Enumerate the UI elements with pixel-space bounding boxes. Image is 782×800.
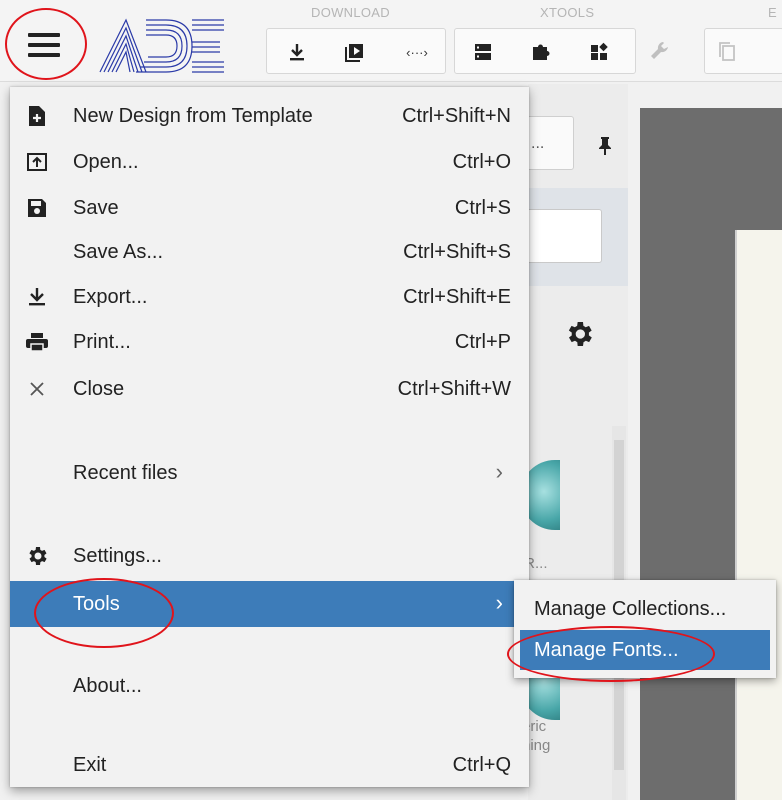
gear-icon bbox=[24, 544, 50, 568]
menu-item-open[interactable]: Open... Ctrl+O bbox=[10, 140, 529, 184]
edit-tool-group bbox=[704, 28, 782, 74]
ade-logo bbox=[99, 18, 224, 73]
print-icon bbox=[24, 330, 50, 354]
download-icon[interactable] bbox=[283, 39, 311, 65]
extra-group-label: E bbox=[768, 5, 777, 20]
menu-item-save[interactable]: Save Ctrl+S bbox=[10, 186, 529, 230]
menu-item-shortcut: Ctrl+Shift+N bbox=[402, 105, 511, 127]
menu-item-export[interactable]: Export... Ctrl+Shift+E bbox=[10, 275, 529, 319]
menu-item-label: Close bbox=[73, 378, 125, 400]
xtools-tool-group bbox=[454, 28, 636, 74]
file-menu: New Design from Template Ctrl+Shift+N Op… bbox=[10, 87, 529, 787]
new-file-icon bbox=[24, 104, 50, 128]
app-window: DOWNLOAD XTOOLS E ‹···› ... /R... eric n… bbox=[0, 0, 782, 800]
menu-item-label: Open... bbox=[73, 151, 139, 173]
submenu-item-label: Manage Collections... bbox=[534, 598, 727, 620]
menu-item-label: Tools bbox=[73, 593, 120, 615]
menu-item-exit[interactable]: Exit Ctrl+Q bbox=[10, 743, 529, 787]
pin-icon[interactable] bbox=[590, 130, 620, 160]
disabled-tool-group bbox=[644, 28, 704, 74]
menu-item-label: Save bbox=[73, 197, 119, 219]
chevron-right-icon: › bbox=[495, 459, 503, 484]
menu-item-shortcut: Ctrl+Shift+W bbox=[397, 378, 511, 400]
menu-item-label: Recent files bbox=[73, 462, 178, 484]
menu-item-shortcut: Ctrl+P bbox=[454, 331, 511, 353]
menu-item-label: Settings... bbox=[73, 545, 162, 567]
menu-item-label: New Design from Template bbox=[73, 105, 313, 127]
menu-item-shortcut: Ctrl+Q bbox=[452, 754, 511, 776]
database-icon[interactable] bbox=[469, 39, 497, 65]
hamburger-menu-icon[interactable] bbox=[22, 27, 66, 63]
tools-submenu: Manage Collections... Manage Fonts... bbox=[514, 580, 776, 678]
submenu-item-manage-fonts[interactable]: Manage Fonts... bbox=[520, 630, 770, 670]
close-icon bbox=[24, 377, 50, 401]
submenu-item-label: Manage Fonts... bbox=[534, 639, 679, 661]
menu-item-shortcut: Ctrl+S bbox=[454, 197, 511, 219]
menu-item-about[interactable]: About... bbox=[10, 664, 529, 708]
menu-item-recent-files[interactable]: Recent files › bbox=[10, 451, 529, 495]
menu-item-print[interactable]: Print... Ctrl+P bbox=[10, 320, 529, 364]
submenu-item-manage-collections[interactable]: Manage Collections... bbox=[520, 589, 770, 629]
search-input[interactable] bbox=[520, 209, 602, 263]
menu-item-tools[interactable]: Tools › bbox=[10, 581, 529, 627]
puzzle-icon[interactable] bbox=[527, 39, 555, 65]
copy-icon[interactable] bbox=[713, 39, 741, 65]
menu-item-save-as[interactable]: Save As... Ctrl+Shift+S bbox=[10, 230, 529, 274]
menu-item-label: Exit bbox=[73, 754, 107, 776]
menu-item-label: Save As... bbox=[73, 241, 164, 263]
export-icon bbox=[24, 285, 50, 309]
panel-button-text: ... bbox=[531, 135, 545, 152]
menu-item-close[interactable]: Close Ctrl+Shift+W bbox=[10, 367, 529, 411]
download-tool-group: ‹···› bbox=[266, 28, 446, 74]
menu-item-label: Print... bbox=[73, 331, 131, 353]
menu-item-shortcut: Ctrl+Shift+S bbox=[403, 241, 511, 263]
design-canvas[interactable] bbox=[735, 230, 782, 800]
top-toolbar: DOWNLOAD XTOOLS E ‹···› bbox=[0, 0, 782, 82]
menu-item-shortcut: Ctrl+Shift+E bbox=[403, 286, 511, 308]
menu-item-settings[interactable]: Settings... bbox=[10, 534, 529, 578]
gear-icon[interactable] bbox=[563, 318, 595, 350]
xtools-group-label: XTOOLS bbox=[540, 5, 595, 20]
code-icon[interactable]: ‹···› bbox=[399, 39, 435, 65]
menu-item-label: Export... bbox=[73, 286, 148, 308]
widgets-icon[interactable] bbox=[585, 39, 613, 65]
open-icon bbox=[24, 150, 50, 174]
wrench-icon[interactable] bbox=[646, 38, 674, 64]
menu-item-shortcut: Ctrl+O bbox=[452, 151, 511, 173]
chevron-right-icon: › bbox=[495, 590, 503, 615]
menu-item-label: About... bbox=[73, 675, 142, 697]
save-icon bbox=[24, 196, 50, 220]
download-group-label: DOWNLOAD bbox=[311, 5, 390, 20]
menu-item-new-design[interactable]: New Design from Template Ctrl+Shift+N bbox=[10, 94, 529, 138]
play-icon[interactable] bbox=[341, 39, 369, 65]
